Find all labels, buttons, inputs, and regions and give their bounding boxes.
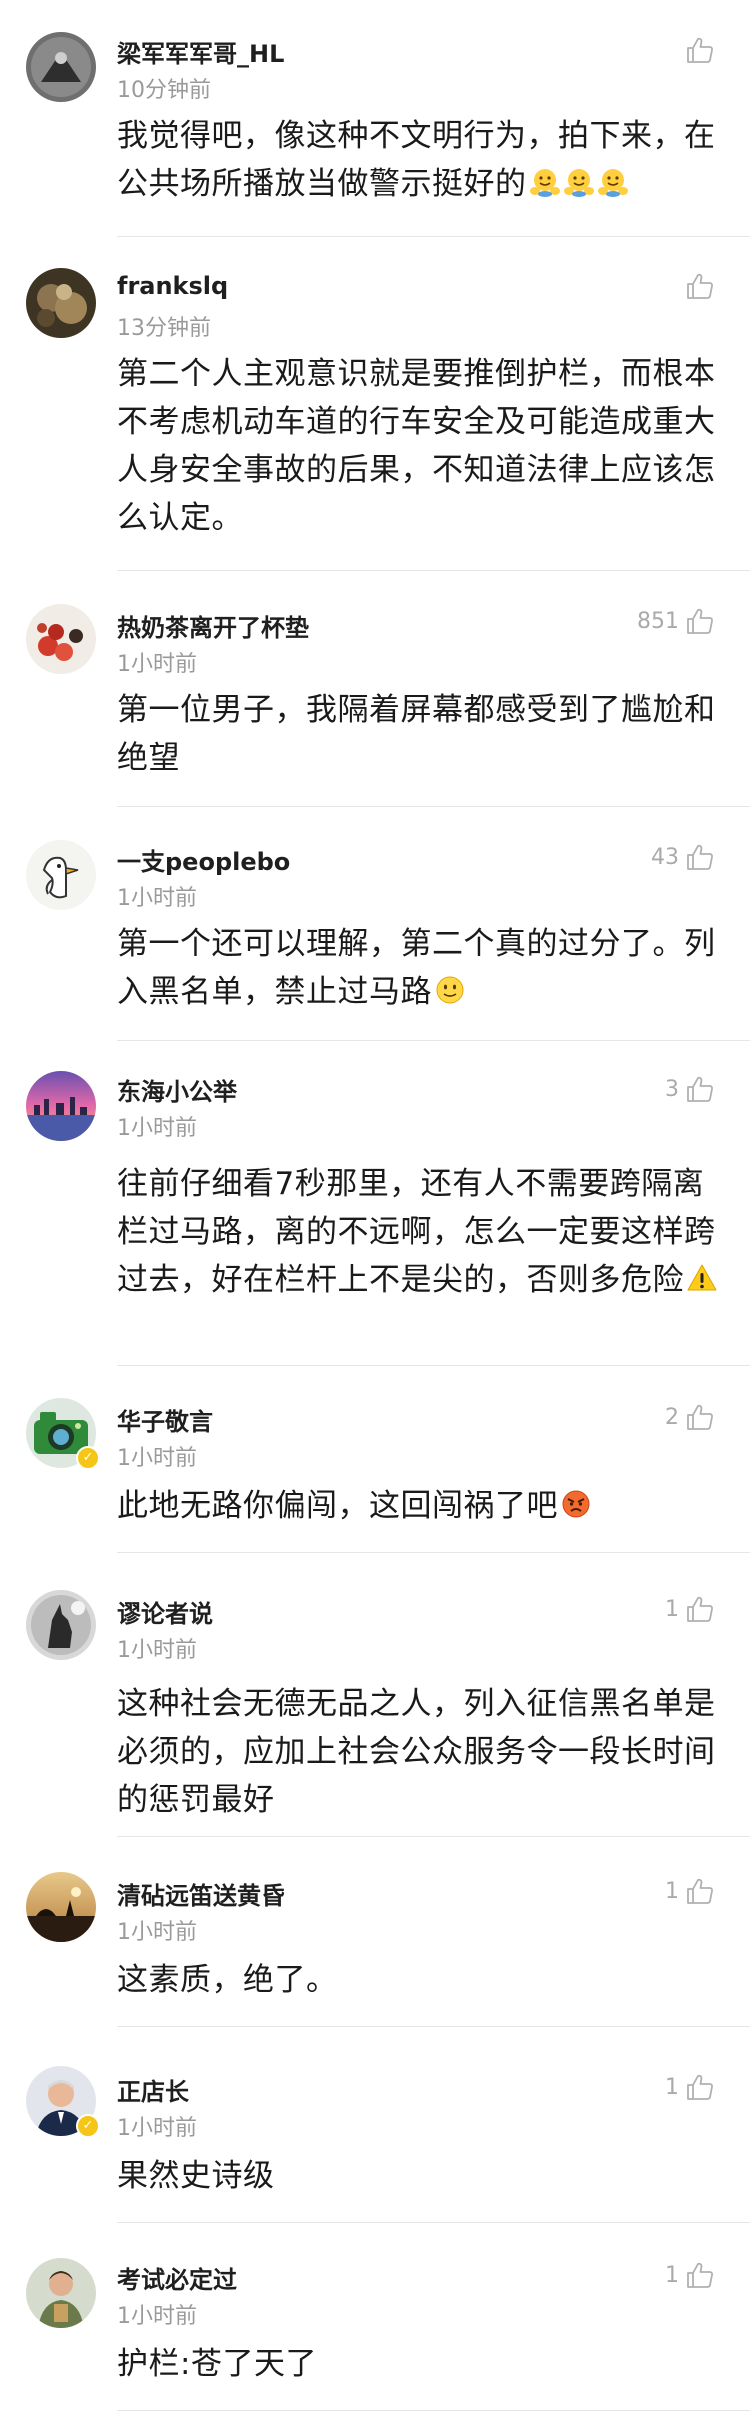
avatar[interactable] [26, 1590, 96, 1660]
hug-emoji [597, 169, 628, 197]
like-button[interactable]: 3 [665, 1071, 715, 1107]
avatar[interactable] [26, 604, 96, 674]
comment-text-content: 往前仔细看7秒那里，还有人不需要跨隔离栏过马路，离的不远啊，怎么一定要这样跨过去… [117, 1166, 716, 1298]
like-count: 1 [665, 1596, 679, 1622]
like-button[interactable]: 851 [637, 603, 715, 639]
username[interactable]: 一支peoplebo [117, 842, 290, 877]
verified-badge: ✓ [76, 2114, 100, 2138]
like-count: 2 [665, 1404, 679, 1430]
comment-text-content: 第二个人主观意识就是要推倒护栏，而根本不考虑机动车道的行车安全及可能造成重大人身… [117, 356, 716, 536]
hug-emoji [563, 169, 594, 197]
comment-text: 我觉得吧，像这种不文明行为，拍下来，在公共场所播放当做警示挺好的 [117, 112, 722, 208]
comment-text-content: 第一位男子，我隔着屏幕都感受到了尴尬和绝望 [117, 692, 716, 776]
comment-text: 这素质，绝了。 [117, 1956, 722, 2004]
comment-text-content: 这素质，绝了。 [117, 1962, 338, 1998]
like-button[interactable] [679, 32, 715, 68]
thumbs-up-icon [687, 1404, 713, 1430]
like-count: 1 [665, 2074, 679, 2100]
comment-time: 1小时前 [117, 886, 197, 911]
like-count: 1 [665, 2262, 679, 2288]
comment-time: 1小时前 [117, 2304, 197, 2329]
comment-time: 1小时前 [117, 2116, 197, 2141]
thumbs-up-icon [687, 1596, 713, 1622]
comment-time: 1小时前 [117, 1116, 197, 1141]
avatar[interactable] [26, 1071, 96, 1141]
smile-emoji [436, 976, 464, 1004]
divider [117, 570, 750, 571]
like-count: 43 [651, 844, 679, 870]
comment-time: 13分钟前 [117, 316, 211, 341]
avatar[interactable] [26, 840, 96, 910]
username[interactable]: 热奶茶离开了杯垫 [117, 608, 309, 643]
thumbs-up-icon [687, 2262, 713, 2288]
thumbs-up-icon [687, 1878, 713, 1904]
thumbs-up-icon [687, 273, 713, 299]
comment-text: 果然史诗级 [117, 2152, 722, 2200]
comment-text: 这种社会无德无品之人，列入征信黑名单是必须的，应加上社会公众服务令一段长时间的惩… [117, 1680, 722, 1824]
username[interactable]: 正店长 [117, 2072, 189, 2107]
avatar[interactable] [26, 1872, 96, 1942]
username[interactable]: 东海小公举 [117, 1072, 237, 1107]
like-button[interactable] [679, 268, 715, 304]
like-button[interactable]: 1 [665, 2069, 715, 2105]
comment-text-content: 这种社会无德无品之人，列入征信黑名单是必须的，应加上社会公众服务令一段长时间的惩… [117, 1686, 716, 1818]
comment-time: 1小时前 [117, 1638, 197, 1663]
username[interactable]: 清砧远笛送黄昏 [117, 1876, 285, 1911]
username[interactable]: frankslq [117, 272, 228, 300]
comment-text-content: 护栏:苍了天了 [117, 2346, 317, 2382]
comment-text: 护栏:苍了天了 [117, 2340, 722, 2388]
divider [117, 2222, 750, 2223]
like-button[interactable]: 1 [665, 1873, 715, 1909]
comment-text: 往前仔细看7秒那里，还有人不需要跨隔离栏过马路，离的不远啊，怎么一定要这样跨过去… [117, 1160, 722, 1304]
verified-badge: ✓ [76, 1446, 100, 1470]
username[interactable]: 谬论者说 [117, 1594, 213, 1629]
like-button[interactable]: 43 [651, 839, 715, 875]
like-count: 3 [665, 1076, 679, 1102]
avatar[interactable] [26, 268, 96, 338]
comment-text-content: 此地无路你偏闯，这回闯祸了吧 [117, 1488, 558, 1524]
divider [117, 1040, 750, 1041]
comment-time: 1小时前 [117, 1446, 197, 1471]
comment-text: 第二个人主观意识就是要推倒护栏，而根本不考虑机动车道的行车安全及可能造成重大人身… [117, 350, 722, 542]
divider [117, 2410, 750, 2411]
comment-time: 1小时前 [117, 1920, 197, 1945]
divider [117, 236, 750, 237]
like-button[interactable]: 1 [665, 2257, 715, 2293]
divider [117, 1365, 750, 1366]
like-count: 851 [637, 608, 679, 634]
comment-text-content: 第一个还可以理解，第二个真的过分了。列入黑名单，禁止过马路 [117, 926, 716, 1010]
username[interactable]: 考试必定过 [117, 2260, 237, 2295]
comment-text: 此地无路你偏闯，这回闯祸了吧 [117, 1482, 722, 1530]
comment-text-content: 果然史诗级 [117, 2158, 275, 2194]
divider [117, 1552, 750, 1553]
like-button[interactable]: 2 [665, 1399, 715, 1435]
divider [117, 1836, 750, 1837]
like-count: 1 [665, 1878, 679, 1904]
username[interactable]: 华子敬言 [117, 1402, 213, 1437]
warning-emoji [687, 1264, 717, 1291]
comment-text: 第一位男子，我隔着屏幕都感受到了尴尬和绝望 [117, 686, 722, 782]
hug-emoji [529, 169, 560, 197]
angry-emoji [562, 1490, 590, 1518]
thumbs-up-icon [687, 1076, 713, 1102]
divider [117, 806, 750, 807]
like-button[interactable]: 1 [665, 1591, 715, 1627]
thumbs-up-icon [687, 608, 713, 634]
avatar[interactable] [26, 2258, 96, 2328]
thumbs-up-icon [687, 2074, 713, 2100]
thumbs-up-icon [687, 37, 713, 63]
comment-text: 第一个还可以理解，第二个真的过分了。列入黑名单，禁止过马路 [117, 920, 722, 1016]
username[interactable]: 梁军军军哥_HL [117, 34, 284, 69]
comment-time: 1小时前 [117, 652, 197, 677]
divider [117, 2026, 750, 2027]
avatar[interactable] [26, 32, 96, 102]
comment-time: 10分钟前 [117, 78, 211, 103]
thumbs-up-icon [687, 844, 713, 870]
